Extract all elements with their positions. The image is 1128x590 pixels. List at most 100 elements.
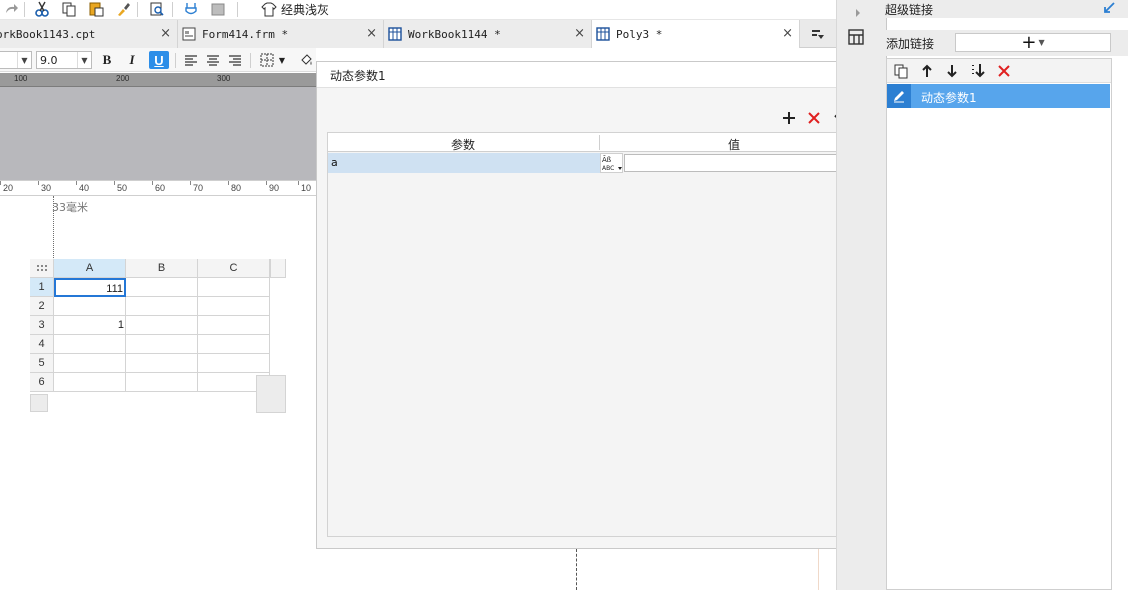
arrow-down-icon xyxy=(947,65,957,78)
table-cell-c3[interactable] xyxy=(198,316,270,335)
table-cell-a1[interactable]: 111 xyxy=(54,278,126,297)
redo-icon[interactable] xyxy=(0,0,22,18)
collapse-panel-icon[interactable] xyxy=(1102,1,1116,15)
row-header[interactable]: 1 xyxy=(30,278,54,297)
row-header[interactable]: 2 xyxy=(30,297,54,316)
table-cell-b4[interactable] xyxy=(126,335,198,354)
copy-icon xyxy=(894,64,908,79)
tab-list-dropdown-icon[interactable] xyxy=(806,25,828,43)
param-name-cell[interactable]: a xyxy=(331,156,338,169)
row-header[interactable]: 6 xyxy=(30,373,54,392)
tab-workbook1144[interactable]: WorkBook1144 * × xyxy=(384,20,592,48)
preview-icon[interactable] xyxy=(146,0,168,18)
param-table xyxy=(327,132,873,537)
grid-icon xyxy=(596,27,610,41)
plug-icon[interactable] xyxy=(180,0,202,18)
chevron-down-icon[interactable]: ▼ xyxy=(276,51,288,69)
move-down-link-button[interactable] xyxy=(941,61,963,81)
table-cell-b5[interactable] xyxy=(126,354,198,373)
ruler-label: 60 xyxy=(155,183,166,193)
tab-label: WorkBook1144 * xyxy=(408,27,501,41)
toolbar-separator xyxy=(172,2,173,17)
ruler-label: 50 xyxy=(117,183,128,193)
toolbar-separator xyxy=(137,2,138,17)
table-row[interactable]: a xyxy=(328,153,600,173)
font-family-select[interactable]: ▼ xyxy=(0,51,32,69)
table-cell-a5[interactable] xyxy=(54,354,126,373)
table-cell-a3[interactable]: 1 xyxy=(54,316,126,335)
row-header[interactable]: 5 xyxy=(30,354,54,373)
table-cell-c4[interactable] xyxy=(198,335,270,354)
italic-button[interactable]: I xyxy=(122,51,142,69)
column-header-extra xyxy=(270,259,286,278)
widget-panel-icon[interactable] xyxy=(845,28,867,46)
border-icon[interactable] xyxy=(257,51,277,69)
font-size-select[interactable]: 9.0 ▼ xyxy=(36,51,92,69)
table-cell-a6[interactable] xyxy=(54,373,126,392)
underline-button[interactable]: U xyxy=(149,51,169,69)
theme-icon xyxy=(261,2,277,17)
column-header-c[interactable]: C xyxy=(198,259,270,278)
column-header-b[interactable]: B xyxy=(126,259,198,278)
table-cell-b1[interactable] xyxy=(126,278,198,297)
ruler-tick xyxy=(298,181,299,185)
tab-label: orkBook1143.cpt xyxy=(0,27,96,41)
fill-color-icon[interactable] xyxy=(296,51,316,69)
tab-workbook1143[interactable]: orkBook1143.cpt × xyxy=(0,20,178,48)
select-all-corner[interactable] xyxy=(30,259,54,278)
chevron-right-icon[interactable] xyxy=(847,4,869,22)
delete-link-button[interactable] xyxy=(993,61,1015,81)
table-cell-a2[interactable] xyxy=(54,297,126,316)
grid-icon xyxy=(388,27,402,41)
param-column-header: 参数 xyxy=(451,138,476,152)
toolbar-separator xyxy=(175,53,176,68)
table-cell-b2[interactable] xyxy=(126,297,198,316)
tab-poly3[interactable]: Poly3 * × xyxy=(592,20,800,48)
move-bottom-link-button[interactable] xyxy=(967,61,989,81)
row-header[interactable]: 3 xyxy=(30,316,54,335)
align-left-icon[interactable] xyxy=(181,51,201,69)
value-column-header: 值 xyxy=(728,138,741,152)
close-icon[interactable]: × xyxy=(366,27,377,41)
add-link-button[interactable]: + ▼ xyxy=(955,32,1111,53)
dialog-title-bar xyxy=(317,62,884,88)
close-icon[interactable]: × xyxy=(782,27,793,41)
bold-button[interactable]: B xyxy=(97,51,117,69)
column-header-a[interactable]: A xyxy=(54,259,126,278)
table-cell-c5[interactable] xyxy=(198,354,270,373)
format-toolbar: ▼ 9.0 ▼ B I U ▼ xyxy=(0,48,316,72)
edit-icon[interactable] xyxy=(887,84,911,108)
paste-icon[interactable] xyxy=(85,0,107,18)
copy-icon[interactable] xyxy=(58,0,80,18)
horizontal-scrollbar-start[interactable] xyxy=(30,394,48,412)
table-cell-c1[interactable] xyxy=(198,278,270,297)
page-guide-line xyxy=(576,549,577,590)
list-item[interactable]: 动态参数1 xyxy=(887,84,1110,108)
image-icon[interactable] xyxy=(207,0,229,18)
cut-icon[interactable] xyxy=(31,0,53,18)
grip-icon xyxy=(37,265,47,271)
table-cell-b6[interactable] xyxy=(126,373,198,392)
table-cell-a4[interactable] xyxy=(54,335,126,354)
delete-param-button[interactable] xyxy=(804,109,824,127)
close-icon[interactable]: × xyxy=(574,27,585,41)
tab-label: Poly3 * xyxy=(616,27,663,41)
ruler-tick xyxy=(266,181,267,185)
value-type-button[interactable]: Āß ABC xyxy=(600,153,623,173)
format-brush-icon[interactable] xyxy=(112,0,134,18)
table-cell-b3[interactable] xyxy=(126,316,198,335)
row-header[interactable]: 4 xyxy=(30,335,54,354)
vertical-scrollbar[interactable] xyxy=(256,375,286,413)
move-up-link-button[interactable] xyxy=(916,61,938,81)
copy-link-button[interactable] xyxy=(890,61,912,81)
add-param-button[interactable] xyxy=(779,109,799,127)
align-right-icon[interactable] xyxy=(225,51,245,69)
tab-form414[interactable]: Form414.frm * × xyxy=(178,20,384,48)
align-center-icon[interactable] xyxy=(203,51,223,69)
close-icon[interactable]: × xyxy=(160,27,171,41)
theme-button[interactable]: 经典浅灰 xyxy=(261,0,341,18)
table-cell-c2[interactable] xyxy=(198,297,270,316)
ruler-tick xyxy=(0,181,1,185)
page-header-area xyxy=(0,87,316,180)
param-value-input[interactable] xyxy=(624,154,872,172)
